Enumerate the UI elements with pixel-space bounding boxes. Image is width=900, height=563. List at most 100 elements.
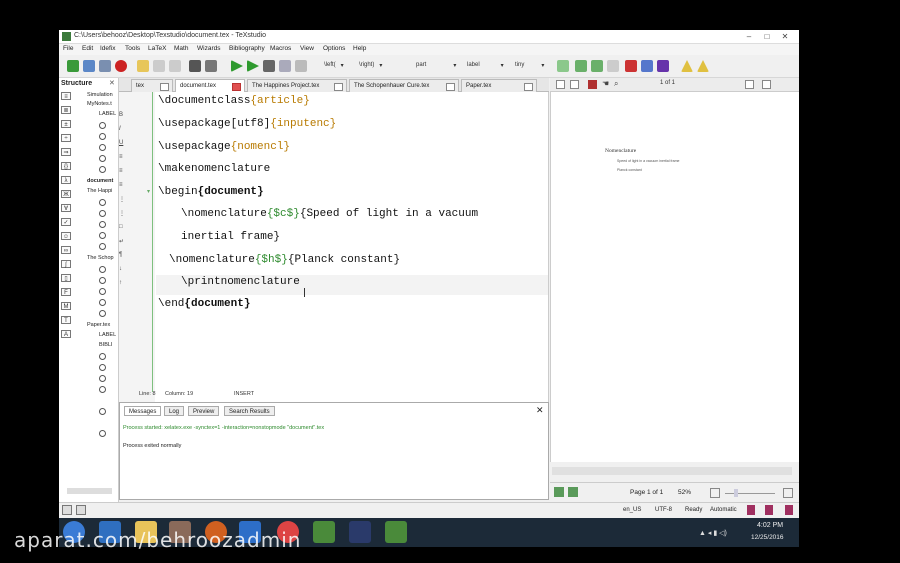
- tab-document[interactable]: document.tex: [175, 79, 245, 92]
- sync-back-icon[interactable]: [568, 487, 578, 497]
- app-taskbar-icon[interactable]: [349, 521, 371, 543]
- table-icon[interactable]: [557, 60, 569, 72]
- warning-icon[interactable]: [681, 60, 693, 72]
- square-icon[interactable]: □: [119, 224, 123, 230]
- code-editor[interactable]: [119, 92, 549, 402]
- align-left-icon[interactable]: ≡: [119, 154, 123, 160]
- code-line-1[interactable]: \documentclass{article}: [158, 95, 310, 107]
- paste-icon[interactable]: [205, 60, 217, 72]
- reference-select[interactable]: label ▾: [467, 62, 504, 72]
- menu-idefix[interactable]: Idefix: [100, 45, 116, 52]
- subscript-icon[interactable]: ↓: [119, 266, 122, 272]
- code-line-5[interactable]: \begin{document}: [158, 186, 264, 198]
- tab-search-results[interactable]: Search Results: [224, 406, 275, 416]
- code-line-3[interactable]: \usepackage{nomencl}: [158, 141, 290, 153]
- pdf-icon[interactable]: [588, 80, 597, 89]
- tikz-icon[interactable]: ∞: [61, 246, 71, 254]
- menu-wizards[interactable]: Wizards: [197, 45, 220, 52]
- tree-item-schopenhauer[interactable]: The Schop: [87, 255, 114, 261]
- close-icon[interactable]: ✕: [780, 32, 790, 41]
- maximize-icon[interactable]: □: [762, 32, 772, 41]
- bookmarks-icon[interactable]: ≣: [61, 106, 71, 114]
- align-right-icon[interactable]: ≡: [119, 182, 123, 188]
- menu-file[interactable]: File: [63, 45, 73, 52]
- fit-width-icon[interactable]: [762, 80, 771, 89]
- cyrillic-icon[interactable]: Ж: [61, 190, 71, 198]
- texstudio-taskbar-icon[interactable]: [313, 521, 335, 543]
- tab-preview[interactable]: Preview: [188, 406, 220, 416]
- structure-close-icon[interactable]: ✕: [109, 79, 115, 87]
- special-icon[interactable]: ∀: [61, 204, 71, 212]
- italic-format-icon[interactable]: I: [119, 126, 121, 132]
- undo-icon[interactable]: [137, 60, 149, 72]
- tree-item-simulation[interactable]: Simulation: [87, 92, 113, 98]
- sync-icon[interactable]: [554, 487, 564, 497]
- newline-icon[interactable]: ¶: [119, 252, 122, 258]
- smiley-icon[interactable]: ☺: [61, 232, 71, 240]
- menu-math[interactable]: Math: [174, 45, 188, 52]
- menu-macros[interactable]: Macros: [270, 45, 291, 52]
- enumerate-icon[interactable]: ⋮: [119, 210, 125, 217]
- underline-format-icon[interactable]: U: [119, 140, 123, 146]
- open-file-icon[interactable]: [83, 60, 95, 72]
- code-line-8[interactable]: \nomenclature{$h$}{Planck constant}: [169, 254, 400, 266]
- zoom-slider-handle[interactable]: [734, 489, 738, 497]
- tree-item-mynotes[interactable]: MyNotes.t: [87, 101, 112, 107]
- relation-symbols-icon[interactable]: ±: [61, 120, 71, 128]
- magnifier-icon[interactable]: ⌕: [614, 79, 618, 89]
- copy-icon[interactable]: [169, 60, 181, 72]
- tab-log[interactable]: Log: [164, 406, 185, 416]
- align-icon[interactable]: [607, 60, 619, 72]
- code-line-7[interactable]: inertial frame}: [181, 231, 280, 243]
- right-delimiter-select[interactable]: \right) ▾: [359, 62, 382, 72]
- menu-view[interactable]: View: [300, 45, 314, 52]
- as-icon[interactable]: A: [61, 330, 71, 338]
- matrix-icon[interactable]: ▯: [61, 274, 71, 282]
- pdf-page-icon[interactable]: [570, 80, 579, 89]
- check-icon[interactable]: ✓: [61, 218, 71, 226]
- structure-scrollbar[interactable]: [67, 488, 112, 494]
- tray-icons[interactable]: ▲ ◂ ▮ ◁): [699, 529, 727, 537]
- save-icon[interactable]: [99, 60, 111, 72]
- page-indicator[interactable]: 1 of 1: [660, 80, 675, 86]
- menu-latex[interactable]: LaTeX: [148, 45, 166, 52]
- tree-item-bibliography[interactable]: BIBLI: [99, 342, 112, 348]
- tab-tex[interactable]: tex: [131, 79, 173, 92]
- zoom-in-icon[interactable]: [783, 488, 793, 498]
- mf-icon[interactable]: M: [61, 302, 71, 310]
- misc-symbols-icon[interactable]: ⇒: [61, 148, 71, 156]
- compile-icon[interactable]: [247, 60, 259, 72]
- pdf-preview[interactable]: Nomenclature Speed of light in a vacuum …: [550, 92, 799, 462]
- tree-item-label2[interactable]: LABEL: [99, 332, 116, 338]
- zoom-out-icon[interactable]: [710, 488, 720, 498]
- texstudio-taskbar-icon[interactable]: [385, 521, 407, 543]
- code-line-10[interactable]: \end{document}: [158, 298, 250, 310]
- superscript-icon[interactable]: ↑: [119, 280, 122, 286]
- tab-happiness-project[interactable]: The Happines Project.tex: [247, 79, 347, 92]
- zoom-icon[interactable]: [295, 60, 307, 72]
- menu-edit[interactable]: Edit: [82, 45, 93, 52]
- error-icon[interactable]: [697, 60, 709, 72]
- minimize-icon[interactable]: –: [744, 32, 754, 41]
- pdf-horizontal-scrollbar[interactable]: [552, 467, 792, 475]
- sectioning-select[interactable]: part ▾: [416, 62, 456, 72]
- structure-view-icon[interactable]: ≡: [61, 92, 71, 100]
- auto-indicator[interactable]: Automatic: [710, 507, 737, 513]
- arrow-symbols-icon[interactable]: ÷: [61, 134, 71, 142]
- hand-icon[interactable]: ☚: [602, 79, 609, 88]
- tab-schopenhauer-cure[interactable]: The Schopenhauer Cure.tex: [349, 79, 459, 92]
- code-line-4[interactable]: \makenomenclature: [158, 163, 270, 175]
- tab-paper[interactable]: Paper.tex: [461, 79, 537, 92]
- align-center-icon[interactable]: ≡: [119, 168, 123, 174]
- bold-icon[interactable]: [625, 60, 637, 72]
- toggle-structure-icon[interactable]: [62, 505, 72, 515]
- encoding-indicator[interactable]: UTF-8: [655, 507, 672, 513]
- zoom-slider[interactable]: [725, 493, 775, 494]
- tree-item-happiness[interactable]: The Happi: [87, 188, 112, 194]
- cut-icon[interactable]: [189, 60, 201, 72]
- text-icon[interactable]: T: [61, 316, 71, 324]
- bookmark-icon[interactable]: [765, 505, 773, 515]
- tab-messages[interactable]: Messages: [124, 406, 162, 416]
- menu-help[interactable]: Help: [353, 45, 366, 52]
- tree-item-document[interactable]: document: [87, 178, 113, 184]
